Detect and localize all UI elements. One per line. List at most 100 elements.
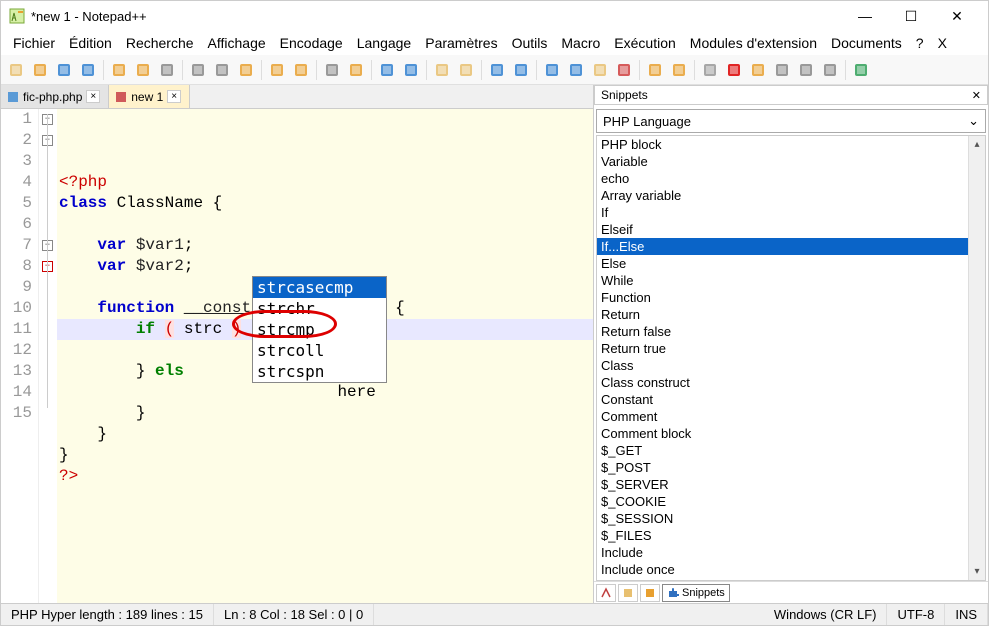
save-macro-icon[interactable] [819, 59, 841, 81]
snippet-item[interactable]: Comment [597, 408, 968, 425]
snippet-item[interactable]: $_SERVER [597, 476, 968, 493]
all-chars-icon[interactable] [510, 59, 532, 81]
snippet-item[interactable]: Comment block [597, 425, 968, 442]
snippet-item[interactable]: Function [597, 289, 968, 306]
snippet-item[interactable]: $_COOKIE [597, 493, 968, 510]
snippet-item[interactable]: PHP block [597, 136, 968, 153]
minimize-button[interactable]: — [842, 1, 888, 31]
menu-x[interactable]: X [932, 33, 953, 53]
cut-icon[interactable] [187, 59, 209, 81]
menu-[interactable]: ? [910, 33, 930, 53]
autocomplete-item[interactable]: strchr [253, 298, 386, 319]
snippets-close-icon[interactable]: ✕ [972, 89, 981, 102]
snippet-item[interactable]: echo [597, 170, 968, 187]
menu-dition[interactable]: Édition [63, 33, 118, 53]
new-file-icon[interactable] [5, 59, 27, 81]
scrollbar[interactable]: ▴ ▾ [968, 136, 985, 580]
snippet-item[interactable]: $_SESSION [597, 510, 968, 527]
menu-langage[interactable]: Langage [351, 33, 418, 53]
snippet-item[interactable]: Constant [597, 391, 968, 408]
close-window-button[interactable]: ✕ [934, 1, 980, 31]
lang-icon[interactable] [565, 59, 587, 81]
snippet-item[interactable]: Return true [597, 340, 968, 357]
doc-map-icon[interactable] [613, 59, 635, 81]
snippets-list[interactable]: PHP blockVariableechoArray variableIfEls… [597, 136, 968, 580]
snippet-item[interactable]: While [597, 272, 968, 289]
undo-icon[interactable] [266, 59, 288, 81]
tab-close-icon[interactable]: × [86, 90, 100, 103]
zoom-out-icon[interactable] [400, 59, 422, 81]
snippet-item[interactable]: Include once [597, 561, 968, 578]
play-icon[interactable] [771, 59, 793, 81]
menu-macro[interactable]: Macro [555, 33, 606, 53]
open-icon[interactable] [29, 59, 51, 81]
snippet-item[interactable]: Array variable [597, 187, 968, 204]
snippet-item[interactable]: Class construct [597, 374, 968, 391]
snippet-item[interactable]: $_GET [597, 442, 968, 459]
status-insert-mode[interactable]: INS [945, 604, 988, 625]
sync-v-icon[interactable] [431, 59, 453, 81]
menu-fichier[interactable]: Fichier [7, 33, 61, 53]
file-tab[interactable]: new 1× [109, 85, 190, 108]
tab-close-icon[interactable]: × [167, 90, 181, 103]
close-icon[interactable] [108, 59, 130, 81]
snippet-item[interactable]: If...Else [597, 238, 968, 255]
snip-tab-1[interactable] [596, 584, 616, 602]
find-icon[interactable] [321, 59, 343, 81]
close-all-icon[interactable] [132, 59, 154, 81]
file-tab[interactable]: fic-php.php× [1, 85, 109, 108]
copy-icon[interactable] [211, 59, 233, 81]
snippet-item[interactable]: Include [597, 544, 968, 561]
maximize-button[interactable]: ☐ [888, 1, 934, 31]
status-eol[interactable]: Windows (CR LF) [764, 604, 888, 625]
menu-affichage[interactable]: Affichage [202, 33, 272, 53]
snippet-item[interactable]: Return [597, 306, 968, 323]
scroll-down-icon[interactable]: ▾ [969, 563, 985, 580]
folder-icon[interactable] [589, 59, 611, 81]
autocomplete-popup[interactable]: strcasecmpstrchrstrcmpstrcollstrcspn [252, 276, 387, 383]
autocomplete-item[interactable]: strcspn [253, 361, 386, 382]
wrap-icon[interactable] [486, 59, 508, 81]
snip-tab-3[interactable] [640, 584, 660, 602]
redo-icon[interactable] [290, 59, 312, 81]
snippet-item[interactable]: Variable [597, 153, 968, 170]
paste-icon[interactable] [235, 59, 257, 81]
menu-modulesdextension[interactable]: Modules d'extension [684, 33, 823, 53]
print-icon[interactable] [156, 59, 178, 81]
autocomplete-item[interactable]: strcmp [253, 319, 386, 340]
menu-recherche[interactable]: Recherche [120, 33, 200, 53]
folder-workspace-icon[interactable] [668, 59, 690, 81]
menu-documents[interactable]: Documents [825, 33, 908, 53]
indent-guide-icon[interactable] [541, 59, 563, 81]
status-encoding[interactable]: UTF-8 [887, 604, 945, 625]
snippet-item[interactable]: Return false [597, 323, 968, 340]
scroll-up-icon[interactable]: ▴ [969, 136, 985, 153]
menu-outils[interactable]: Outils [506, 33, 554, 53]
snippet-item[interactable]: $_POST [597, 459, 968, 476]
fold-column[interactable]: −−−− [39, 109, 57, 603]
snippet-item[interactable]: If [597, 204, 968, 221]
zoom-in-icon[interactable] [376, 59, 398, 81]
monitor-icon[interactable] [699, 59, 721, 81]
snippet-item[interactable]: Class [597, 357, 968, 374]
save-icon[interactable] [53, 59, 75, 81]
snippets-language-select[interactable]: PHP Language ⌄ [596, 109, 986, 133]
snippet-item[interactable]: Else [597, 255, 968, 272]
puzzle-icon[interactable] [850, 59, 872, 81]
autocomplete-item[interactable]: strcoll [253, 340, 386, 361]
code-editor[interactable]: 123456789101112131415 −−−− <?phpclass Cl… [1, 109, 593, 603]
code-body[interactable]: <?phpclass ClassName { var $var1; var $v… [57, 109, 593, 603]
replace-icon[interactable] [345, 59, 367, 81]
save-all-icon[interactable] [77, 59, 99, 81]
sync-h-icon[interactable] [455, 59, 477, 81]
menu-paramtres[interactable]: Paramètres [419, 33, 503, 53]
snip-tab-snippets[interactable]: Snippets [662, 584, 730, 602]
fn-list-icon[interactable] [644, 59, 666, 81]
menu-excution[interactable]: Exécution [608, 33, 681, 53]
autocomplete-item[interactable]: strcasecmp [253, 277, 386, 298]
play-multi-icon[interactable] [795, 59, 817, 81]
stop-icon[interactable] [747, 59, 769, 81]
record-icon[interactable] [723, 59, 745, 81]
snippet-item[interactable]: Elseif [597, 221, 968, 238]
menu-encodage[interactable]: Encodage [274, 33, 349, 53]
